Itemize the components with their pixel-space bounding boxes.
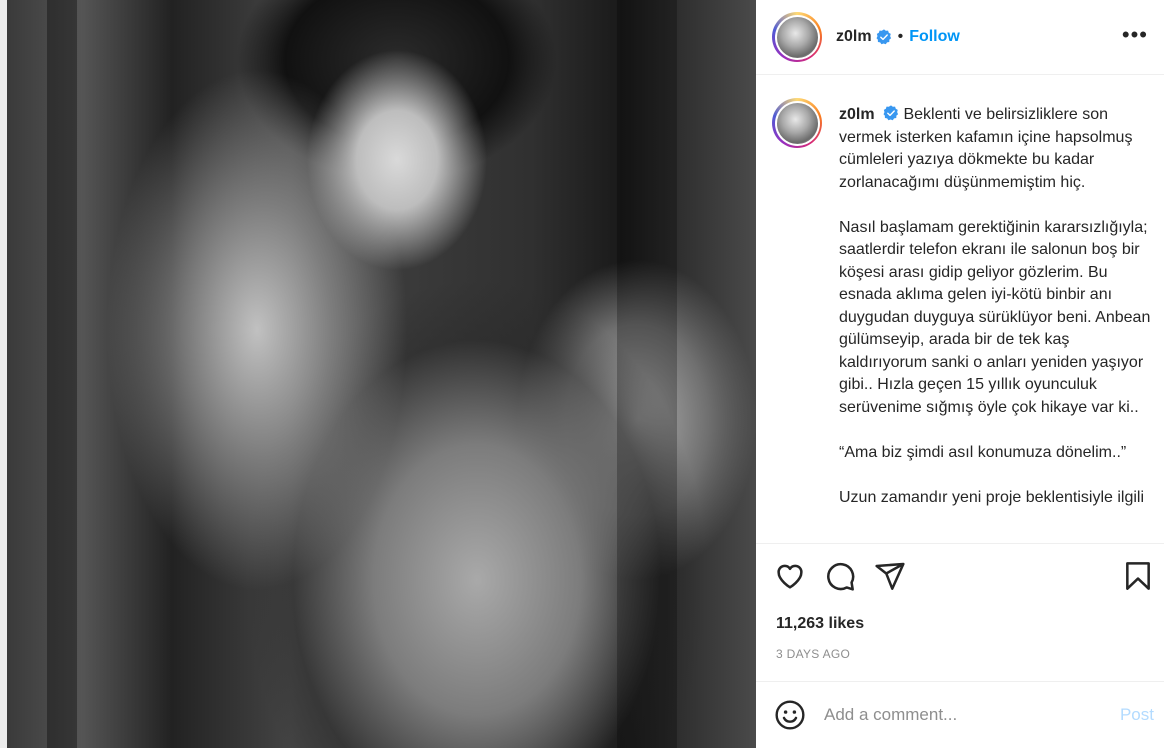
caption-scroll-area[interactable]: z0lm Beklenti ve belirsizliklere son ver… bbox=[756, 76, 1164, 544]
action-bar bbox=[774, 560, 1150, 596]
bookmark-icon[interactable] bbox=[1122, 560, 1154, 592]
caption-text: Beklenti ve belirsizliklere son vermek i… bbox=[839, 106, 1151, 506]
photo-shadow bbox=[47, 0, 77, 748]
heart-icon[interactable] bbox=[774, 560, 806, 592]
post-image-pane[interactable] bbox=[0, 0, 756, 748]
author-username[interactable]: z0lm bbox=[836, 28, 872, 46]
comment-composer: Post bbox=[756, 681, 1164, 748]
caption: z0lm Beklenti ve belirsizliklere son ver… bbox=[839, 104, 1159, 509]
photo-shadow bbox=[617, 0, 677, 748]
share-icon[interactable] bbox=[874, 560, 906, 592]
post-sidebar: z0lm • Follow ••• z0lm Beklenti ve belir… bbox=[756, 0, 1164, 748]
follow-button[interactable]: Follow bbox=[909, 28, 960, 46]
separator-dot: • bbox=[897, 28, 904, 45]
post-timestamp[interactable]: 3 DAYS AGO bbox=[776, 647, 850, 661]
emoji-icon[interactable] bbox=[774, 699, 806, 731]
caption-author-avatar[interactable] bbox=[772, 98, 822, 148]
post-comment-button[interactable]: Post bbox=[1120, 705, 1154, 725]
comment-input[interactable] bbox=[824, 705, 1094, 725]
author-avatar[interactable] bbox=[772, 12, 822, 62]
likes-count[interactable]: 11,263 likes bbox=[776, 615, 864, 633]
more-options-icon[interactable]: ••• bbox=[1122, 22, 1148, 48]
caption-username[interactable]: z0lm bbox=[839, 106, 875, 123]
comment-icon[interactable] bbox=[824, 560, 856, 592]
verified-badge-icon bbox=[876, 29, 891, 45]
post-header: z0lm • Follow ••• bbox=[756, 0, 1164, 75]
verified-badge-icon bbox=[883, 105, 899, 121]
